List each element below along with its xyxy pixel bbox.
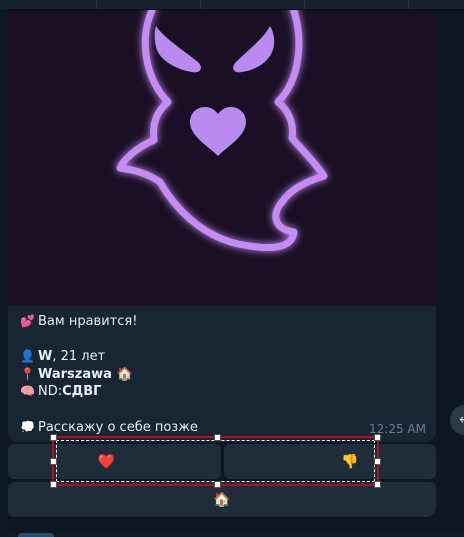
thumbs-down-icon: 👎 — [341, 453, 359, 470]
bottom-chip[interactable] — [18, 533, 54, 537]
nd-label: ND: — [38, 384, 63, 400]
house-icon: 🏠 — [116, 366, 134, 382]
profile-photo[interactable] — [8, 10, 436, 306]
top-toolbar — [0, 0, 464, 10]
dislike-button[interactable]: 👎 — [223, 444, 436, 479]
city-line: 📍 Warszawa 🏠 — [20, 366, 426, 384]
nd-value: СДВГ — [62, 384, 102, 400]
liked-line: 💕 Вам нравится! — [20, 313, 426, 331]
profile-name: W — [38, 349, 53, 365]
nd-line: 🧠 ND: СДВГ — [20, 383, 426, 401]
toolbar-separator — [408, 0, 409, 9]
bottom-bar — [0, 531, 464, 537]
home-button[interactable]: 🏠 — [8, 482, 436, 517]
profile-city: Warszawa — [38, 366, 112, 382]
person-icon: 👤 — [20, 349, 35, 364]
heart-icon: ❤️ — [97, 453, 115, 470]
about-text: Расскажу о себе позже — [38, 419, 198, 435]
keyboard-row: ❤️ 👎 — [8, 444, 436, 479]
chat-list-edge — [0, 9, 7, 537]
message-time: 12:25 AM — [369, 422, 426, 436]
thought-bubble-icon: 💭 — [20, 419, 35, 434]
profile-age: , 21 лет — [52, 349, 106, 365]
liked-text: Вам нравится! — [38, 314, 138, 329]
name-age-line: 👤 W , 21 лет — [20, 348, 426, 366]
message-bubble: 💕 Вам нравится! 👤 W , 21 лет 📍 Warszawa … — [8, 10, 436, 442]
brain-icon: 🧠 — [20, 384, 35, 399]
house-icon: 🏠 — [213, 491, 231, 508]
keyboard-row: 🏠 — [8, 482, 436, 517]
toolbar-separator — [304, 0, 305, 9]
toolbar-separator — [96, 0, 97, 9]
message-text: 💕 Вам нравится! 👤 W , 21 лет 📍 Warszawa … — [20, 313, 426, 436]
reply-arrow-icon[interactable]: ↩ — [450, 405, 464, 435]
like-button[interactable]: ❤️ — [8, 444, 221, 479]
ghost-illustration — [8, 10, 436, 306]
hearts-icon: 💕 — [20, 314, 35, 328]
pin-icon: 📍 — [20, 366, 35, 381]
toolbar-separator — [200, 0, 201, 9]
about-line: 💭 Расскажу о себе позже — [20, 419, 426, 437]
